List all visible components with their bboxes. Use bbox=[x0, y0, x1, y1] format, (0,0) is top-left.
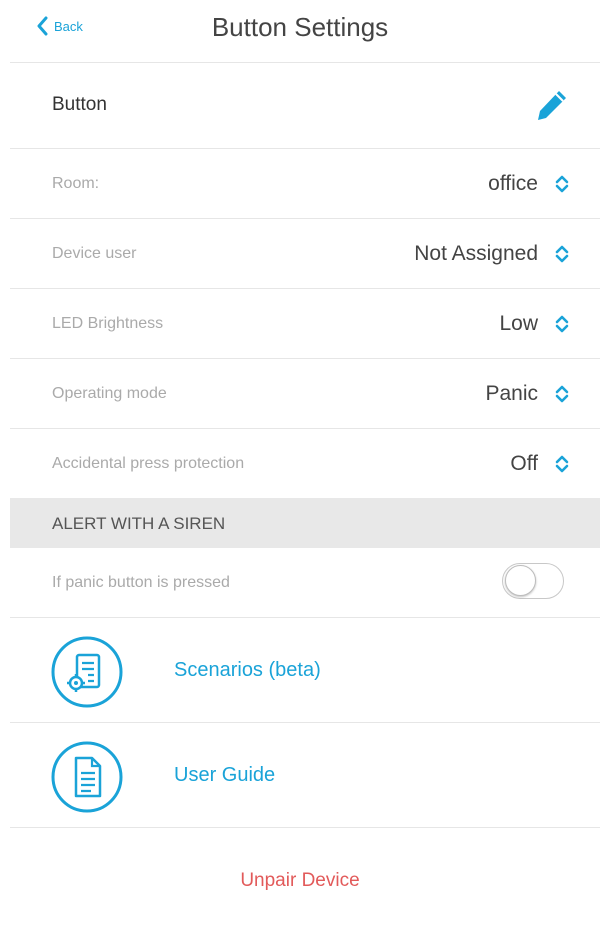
page-title: Button Settings bbox=[211, 12, 389, 42]
setting-value: office bbox=[488, 172, 538, 195]
setting-value: Low bbox=[499, 312, 538, 335]
setting-row-accidental-press[interactable]: Accidental press protection Off bbox=[10, 429, 600, 499]
divider bbox=[10, 827, 600, 828]
setting-row-led-brightness[interactable]: LED Brightness Low bbox=[10, 289, 600, 359]
panic-siren-toggle[interactable] bbox=[502, 563, 564, 599]
document-icon bbox=[51, 741, 123, 813]
header: Back Button Settings bbox=[0, 0, 600, 62]
divider bbox=[10, 62, 600, 63]
device-name-row: Button bbox=[10, 70, 600, 140]
scenarios-icon bbox=[51, 636, 123, 708]
setting-label: Operating mode bbox=[52, 385, 167, 402]
setting-value: Panic bbox=[485, 382, 538, 405]
up-down-chevron-icon[interactable] bbox=[554, 384, 570, 404]
section-header-alert: ALERT WITH A SIREN bbox=[10, 498, 600, 548]
setting-value: Not Assigned bbox=[414, 242, 538, 265]
up-down-chevron-icon[interactable] bbox=[554, 454, 570, 474]
toggle-label: If panic button is pressed bbox=[52, 574, 230, 591]
setting-label: LED Brightness bbox=[52, 315, 164, 332]
setting-label: Room: bbox=[52, 175, 100, 192]
scenarios-link[interactable]: Scenarios (beta) bbox=[10, 618, 600, 722]
setting-row-device-user[interactable]: Device user Not Assigned bbox=[10, 219, 600, 289]
unpair-device-button[interactable]: Unpair Device bbox=[0, 870, 600, 892]
up-down-chevron-icon[interactable] bbox=[554, 174, 570, 194]
up-down-chevron-icon[interactable] bbox=[554, 314, 570, 334]
user-guide-label: User Guide bbox=[174, 764, 276, 786]
toggle-knob bbox=[505, 565, 536, 596]
setting-row-operating-mode[interactable]: Operating mode Panic bbox=[10, 359, 600, 429]
pencil-icon[interactable] bbox=[534, 87, 570, 123]
setting-row-room[interactable]: Room: office bbox=[10, 149, 600, 219]
setting-value: Off bbox=[510, 452, 538, 475]
user-guide-link[interactable]: User Guide bbox=[10, 723, 600, 827]
device-name: Button bbox=[52, 94, 107, 115]
setting-label: Accidental press protection bbox=[52, 455, 245, 472]
up-down-chevron-icon[interactable] bbox=[554, 244, 570, 264]
section-title: ALERT WITH A SIREN bbox=[52, 514, 226, 533]
setting-label: Device user bbox=[52, 245, 137, 262]
scenarios-label: Scenarios (beta) bbox=[174, 659, 321, 681]
